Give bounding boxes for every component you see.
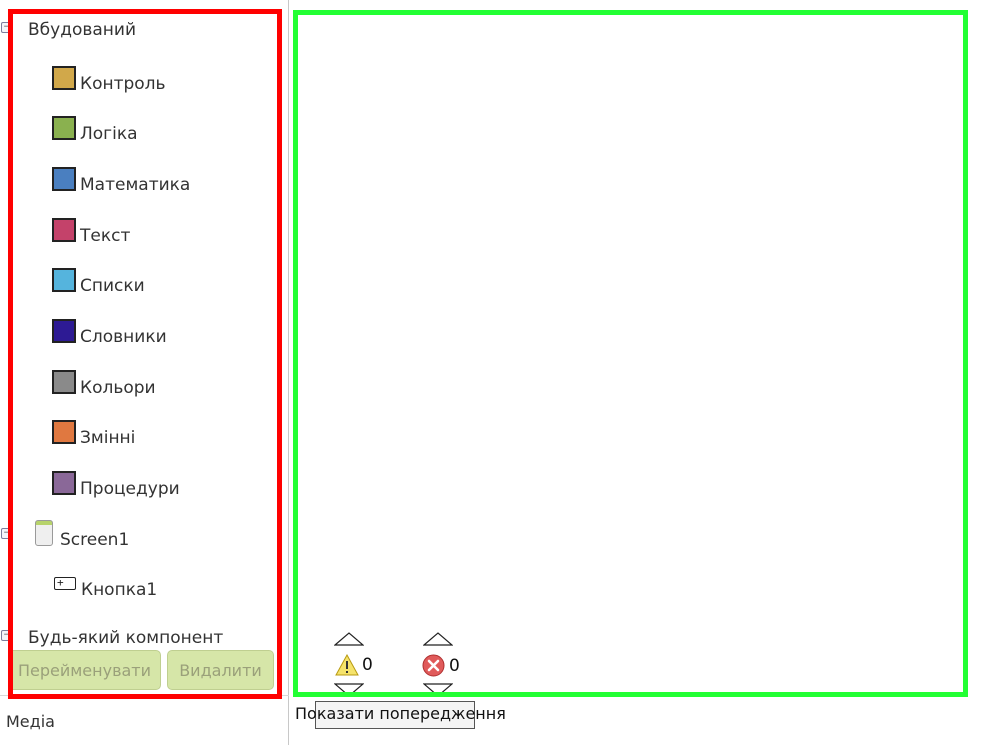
block-drawer-label: Змінні	[80, 428, 136, 448]
component-item-button1[interactable]: Кнопка1	[81, 580, 157, 600]
block-drawer-label: Списки	[80, 276, 145, 296]
show-warnings-tooltip-text[interactable]: Показати попередження	[295, 704, 506, 723]
block-drawer-label: Контроль	[80, 74, 166, 94]
procedures-color-icon	[52, 471, 76, 495]
dictionaries-color-icon	[52, 319, 76, 343]
panel-divider	[288, 0, 289, 745]
block-drawer-procedures[interactable]: Процедури	[52, 471, 180, 501]
collapse-builtin-toggle[interactable]: −	[1, 22, 12, 33]
button-component-icon: +	[54, 577, 76, 590]
collapse-screen-toggle[interactable]: −	[1, 528, 12, 539]
colors-color-icon	[52, 370, 76, 394]
block-drawer-label: Процедури	[80, 479, 180, 499]
media-divider	[0, 695, 289, 696]
screen-item[interactable]: Screen1	[60, 530, 129, 550]
block-drawer-label: Логіка	[80, 124, 138, 144]
block-drawer-label: Словники	[80, 327, 167, 347]
rename-button[interactable]: Перейменувати	[8, 650, 161, 690]
logic-color-icon	[52, 116, 76, 140]
block-drawer-label: Текст	[80, 226, 131, 246]
block-drawer-label: Математика	[80, 175, 191, 195]
block-drawer-lists[interactable]: Списки	[52, 268, 145, 298]
media-heading[interactable]: Медіа	[6, 712, 55, 731]
text-color-icon	[52, 218, 76, 242]
block-drawer-variables[interactable]: Змінні	[52, 420, 135, 450]
delete-button[interactable]: Видалити	[167, 650, 274, 690]
block-drawer-control[interactable]: Контроль	[52, 66, 166, 96]
block-drawer-dictionaries[interactable]: Словники	[52, 319, 167, 349]
collapse-any-component-toggle[interactable]: −	[1, 630, 12, 641]
blocks-workspace[interactable]	[293, 10, 968, 697]
block-drawer-colors[interactable]: Кольори	[52, 370, 156, 400]
block-drawer-math[interactable]: Математика	[52, 167, 190, 197]
block-drawer-label: Кольори	[80, 378, 156, 398]
control-color-icon	[52, 66, 76, 90]
math-color-icon	[52, 167, 76, 191]
screen-icon	[35, 520, 53, 546]
block-drawer-logic[interactable]: Логіка	[52, 116, 138, 146]
any-component-heading[interactable]: Будь-який компонент	[28, 628, 223, 648]
variables-color-icon	[52, 420, 76, 444]
lists-color-icon	[52, 268, 76, 292]
builtin-heading[interactable]: Вбудований	[28, 20, 136, 40]
block-drawer-text[interactable]: Текст	[52, 218, 130, 248]
